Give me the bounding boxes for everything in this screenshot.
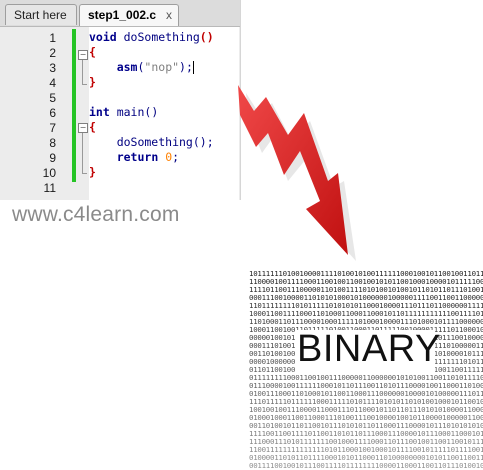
code-area[interactable]: void doSomething() { asm("nop"); } int m… bbox=[89, 27, 239, 200]
line-number: 5 bbox=[49, 91, 56, 105]
code-line: doSomething(); bbox=[89, 135, 214, 149]
fold-collapse-icon[interactable]: − bbox=[78, 123, 88, 133]
code-editor: Start here step1_002.c x 1 2 3 4 5 6 7 8… bbox=[0, 0, 241, 200]
line-number-gutter: 1 2 3 4 5 6 7 8 9 10 11 bbox=[0, 27, 60, 200]
text-cursor bbox=[192, 61, 194, 74]
code-line: { bbox=[89, 45, 96, 59]
fold-line bbox=[82, 133, 83, 173]
code-line: asm("nop"); bbox=[116, 60, 194, 74]
code-line: int main() bbox=[89, 105, 159, 119]
line-number: 10 bbox=[42, 166, 56, 180]
tab-start-here[interactable]: Start here bbox=[5, 4, 77, 25]
code-line: void doSomething() bbox=[89, 30, 214, 44]
code-line: return 0; bbox=[116, 150, 180, 164]
line-number: 11 bbox=[43, 181, 56, 195]
code-line: } bbox=[89, 165, 96, 179]
red-down-arrow bbox=[238, 85, 356, 261]
watermark-text: www.c4learn.com bbox=[12, 203, 180, 226]
fold-line bbox=[82, 60, 83, 84]
line-number: 6 bbox=[49, 106, 56, 120]
code-line: { bbox=[89, 120, 96, 134]
code-line: } bbox=[89, 75, 96, 89]
close-icon[interactable]: x bbox=[166, 5, 172, 26]
binary-digits-row: 0011110010010111001111011111111000011000… bbox=[249, 461, 483, 470]
line-number: 7 bbox=[49, 121, 56, 135]
binary-word: BINARY bbox=[297, 328, 441, 370]
tab-bar: Start here step1_002.c x bbox=[0, 0, 240, 27]
tab-label: Start here bbox=[14, 8, 67, 22]
tab-step1-002-c[interactable]: step1_002.c x bbox=[79, 4, 179, 26]
fold-end-marker bbox=[82, 84, 87, 85]
tab-label: step1_002.c bbox=[88, 8, 157, 22]
fold-collapse-icon[interactable]: − bbox=[78, 50, 88, 60]
line-number: 2 bbox=[49, 46, 56, 60]
binary-image: 1011111101001000011110100101001111110001… bbox=[249, 270, 483, 470]
changed-lines-bar bbox=[72, 29, 76, 182]
line-number: 9 bbox=[49, 151, 56, 165]
line-number: 8 bbox=[49, 136, 56, 150]
line-number: 4 bbox=[49, 76, 56, 90]
line-number: 3 bbox=[49, 61, 56, 75]
fold-end-marker bbox=[82, 173, 87, 174]
line-number: 1 bbox=[49, 31, 56, 45]
